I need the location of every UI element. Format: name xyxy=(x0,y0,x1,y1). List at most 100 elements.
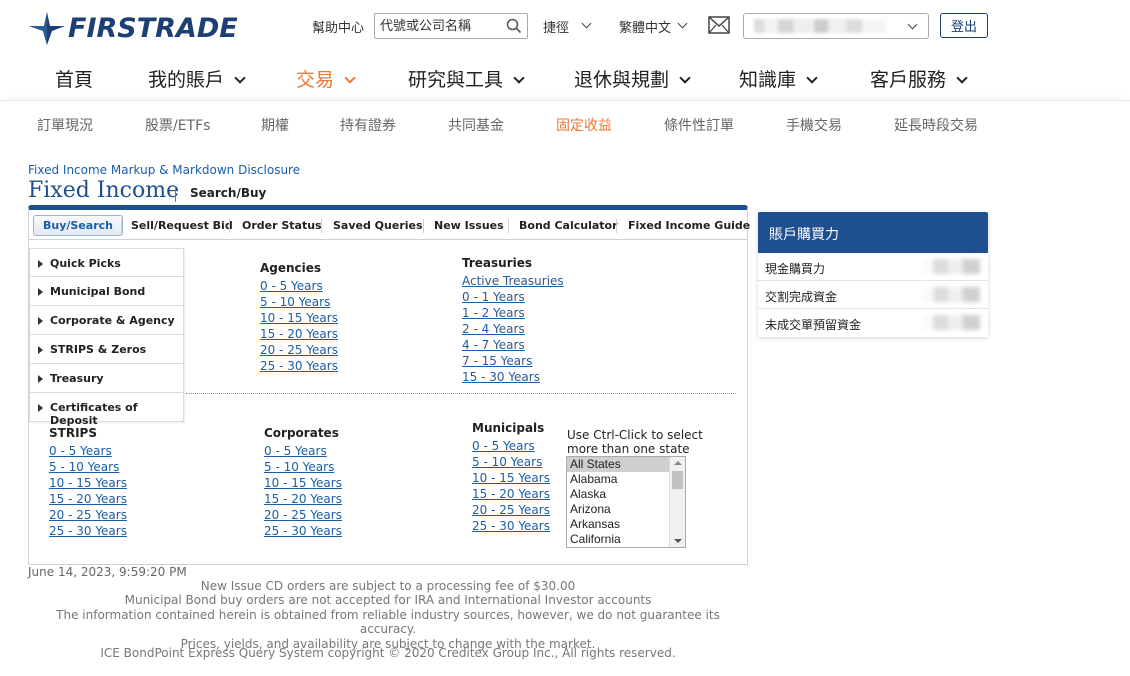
treasuries-link[interactable]: 4 - 7 Years xyxy=(462,337,564,353)
corporates-link[interactable]: 15 - 20 Years xyxy=(264,491,342,507)
state-multiselect[interactable]: All States Alabama Alaska Arizona Arkans… xyxy=(566,456,686,548)
subnav-order-status[interactable]: 訂單現況 xyxy=(37,115,93,135)
nav-knowledge-base[interactable]: 知識庫 xyxy=(739,65,818,92)
subnav-positions[interactable]: 持有證券 xyxy=(340,115,396,135)
corporates-link[interactable]: 0 - 5 Years xyxy=(264,443,342,459)
value-redacted xyxy=(922,315,980,330)
strips-link[interactable]: 25 - 30 Years xyxy=(49,523,127,539)
menu-certificates-of-deposit[interactable]: Certificates of Deposit xyxy=(29,393,184,427)
shortcuts-dropdown[interactable]: 捷徑 xyxy=(543,12,592,40)
scrollbar-thumb[interactable] xyxy=(672,471,683,489)
scroll-down-arrow-icon[interactable] xyxy=(674,539,682,543)
corporates-link[interactable]: 10 - 15 Years xyxy=(264,475,342,491)
agencies-link[interactable]: 10 - 15 Years xyxy=(260,310,338,326)
subnav-options[interactable]: 期權 xyxy=(261,115,289,135)
state-option[interactable]: Alabama xyxy=(567,472,685,487)
chevron-down-icon xyxy=(581,18,592,28)
tab-order-status[interactable]: Order Status xyxy=(242,219,322,232)
tab-new-issues[interactable]: New Issues xyxy=(434,219,504,232)
tab-saved-queries[interactable]: Saved Queries xyxy=(333,219,423,232)
mail-icon[interactable] xyxy=(708,16,730,34)
strips-link[interactable]: 15 - 20 Years xyxy=(49,491,127,507)
bond-category-menu: Quick Picks Municipal Bond Corporate & A… xyxy=(29,248,184,427)
subnav-mobile-trading[interactable]: 手機交易 xyxy=(786,115,842,135)
treasuries-link[interactable]: 1 - 2 Years xyxy=(462,305,564,321)
agencies-link[interactable]: 20 - 25 Years xyxy=(260,342,338,358)
help-center-link[interactable]: 幫助中心 xyxy=(312,12,364,40)
agencies-link[interactable]: 15 - 20 Years xyxy=(260,326,338,342)
buying-power-row: 未成交單預留資金 xyxy=(758,309,988,337)
treasuries-link[interactable]: 7 - 15 Years xyxy=(462,353,564,369)
buying-power-row: 交割完成資金 xyxy=(758,281,988,309)
state-option-selected[interactable]: All States xyxy=(567,457,685,472)
nav-customer-service[interactable]: 客戶服務 xyxy=(870,65,968,92)
settled-funds-label: 交割完成資金 xyxy=(765,290,838,304)
tab-buy-search[interactable]: Buy/Search xyxy=(33,215,123,236)
symbol-search-input[interactable] xyxy=(375,14,501,38)
treasuries-link[interactable]: 15 - 30 Years xyxy=(462,369,564,385)
treasuries-link[interactable]: 0 - 1 Years xyxy=(462,289,564,305)
treasuries-link[interactable]: Active Treasuries xyxy=(462,273,564,289)
data-timestamp: June 14, 2023, 9:59:20 PM xyxy=(28,565,187,579)
reserved-funds-label: 未成交單預留資金 xyxy=(765,318,862,332)
subnav-fixed-income[interactable]: 固定收益 xyxy=(556,115,612,135)
strips-link[interactable]: 20 - 25 Years xyxy=(49,507,127,523)
municipals-link[interactable]: 0 - 5 Years xyxy=(472,438,550,454)
menu-corporate-agency[interactable]: Corporate & Agency xyxy=(29,306,184,335)
menu-treasury[interactable]: Treasury xyxy=(29,364,184,393)
chevron-down-icon xyxy=(956,72,968,84)
treasuries-link[interactable]: 2 - 4 Years xyxy=(462,321,564,337)
state-option[interactable]: Arkansas xyxy=(567,517,685,532)
symbol-search-box[interactable] xyxy=(374,13,528,39)
nav-home[interactable]: 首頁 xyxy=(55,65,93,92)
firstrade-logo[interactable]: FIRSTRADE xyxy=(28,10,238,46)
agencies-link[interactable]: 5 - 10 Years xyxy=(260,294,338,310)
nav-my-account[interactable]: 我的賬戶 xyxy=(148,65,246,92)
municipals-link[interactable]: 20 - 25 Years xyxy=(472,502,550,518)
tab-sell-request-bid[interactable]: Sell/Request Bid xyxy=(131,219,233,232)
menu-municipal-bond[interactable]: Municipal Bond xyxy=(29,277,184,306)
subnav-stocks-etfs[interactable]: 股票/ETFs xyxy=(145,115,210,135)
logout-button[interactable]: 登出 xyxy=(940,13,988,38)
strips-link[interactable]: 0 - 5 Years xyxy=(49,443,127,459)
municipals-link[interactable]: 25 - 30 Years xyxy=(472,518,550,534)
municipals-link[interactable]: 15 - 20 Years xyxy=(472,486,550,502)
agencies-link[interactable]: 25 - 30 Years xyxy=(260,358,338,374)
subnav-mutual-funds[interactable]: 共同基金 xyxy=(448,115,504,135)
scroll-up-arrow-icon[interactable] xyxy=(674,461,682,465)
nav-retirement-planning[interactable]: 退休與規劃 xyxy=(574,65,691,92)
subnav-extended-hours[interactable]: 延長時段交易 xyxy=(894,115,978,135)
language-dropdown[interactable]: 繁體中文 xyxy=(619,12,688,40)
account-selector[interactable] xyxy=(743,13,929,39)
municipals-link[interactable]: 5 - 10 Years xyxy=(472,454,550,470)
menu-quick-picks[interactable]: Quick Picks xyxy=(29,248,184,277)
main-nav: 首頁 我的賬戶 交易 研究與工具 退休與規劃 知識庫 客戶服務 xyxy=(0,58,1130,98)
top-header: FIRSTRADE 幫助中心 捷徑 繁體中文 登出 首頁 我的賬戶 交易 研究與… xyxy=(0,0,1130,100)
search-icon[interactable] xyxy=(506,18,522,34)
markup-disclosure-link[interactable]: Fixed Income Markup & Markdown Disclosur… xyxy=(28,163,300,177)
tab-fixed-income-guide[interactable]: Fixed Income Guide xyxy=(628,219,750,232)
corporates-link[interactable]: 5 - 10 Years xyxy=(264,459,342,475)
tab-bond-calculator[interactable]: Bond Calculator xyxy=(519,219,618,232)
corporates-link[interactable]: 25 - 30 Years xyxy=(264,523,342,539)
strips-link[interactable]: 10 - 15 Years xyxy=(49,475,127,491)
strips-link[interactable]: 5 - 10 Years xyxy=(49,459,127,475)
corporates-column: Corporates 0 - 5 Years 5 - 10 Years 10 -… xyxy=(264,425,342,539)
state-option[interactable]: Arizona xyxy=(567,502,685,517)
footer-note: The information contained herein is obta… xyxy=(56,607,720,637)
state-list-scrollbar[interactable] xyxy=(669,457,685,547)
account-number-redacted xyxy=(754,19,886,33)
strips-column: STRIPS 0 - 5 Years 5 - 10 Years 10 - 15 … xyxy=(49,425,127,539)
nav-trading[interactable]: 交易 xyxy=(296,65,356,92)
state-option[interactable]: Alaska xyxy=(567,487,685,502)
municipals-link[interactable]: 10 - 15 Years xyxy=(472,470,550,486)
subnav-conditional-orders[interactable]: 條件性訂單 xyxy=(664,115,734,135)
copyright-text: ICE BondPoint Express Query System copyr… xyxy=(100,646,676,660)
menu-strips-zeros[interactable]: STRIPS & Zeros xyxy=(29,335,184,364)
agencies-link[interactable]: 0 - 5 Years xyxy=(260,278,338,294)
nav-research-tools[interactable]: 研究與工具 xyxy=(408,65,525,92)
corporates-link[interactable]: 20 - 25 Years xyxy=(264,507,342,523)
state-option[interactable]: California xyxy=(567,532,685,547)
trading-sub-nav: 訂單現況 股票/ETFs 期權 持有證券 共同基金 固定收益 條件性訂單 手機交… xyxy=(0,100,1130,146)
buying-power-card: 賬戶購買力 現金購買力 交割完成資金 未成交單預留資金 xyxy=(758,212,988,337)
